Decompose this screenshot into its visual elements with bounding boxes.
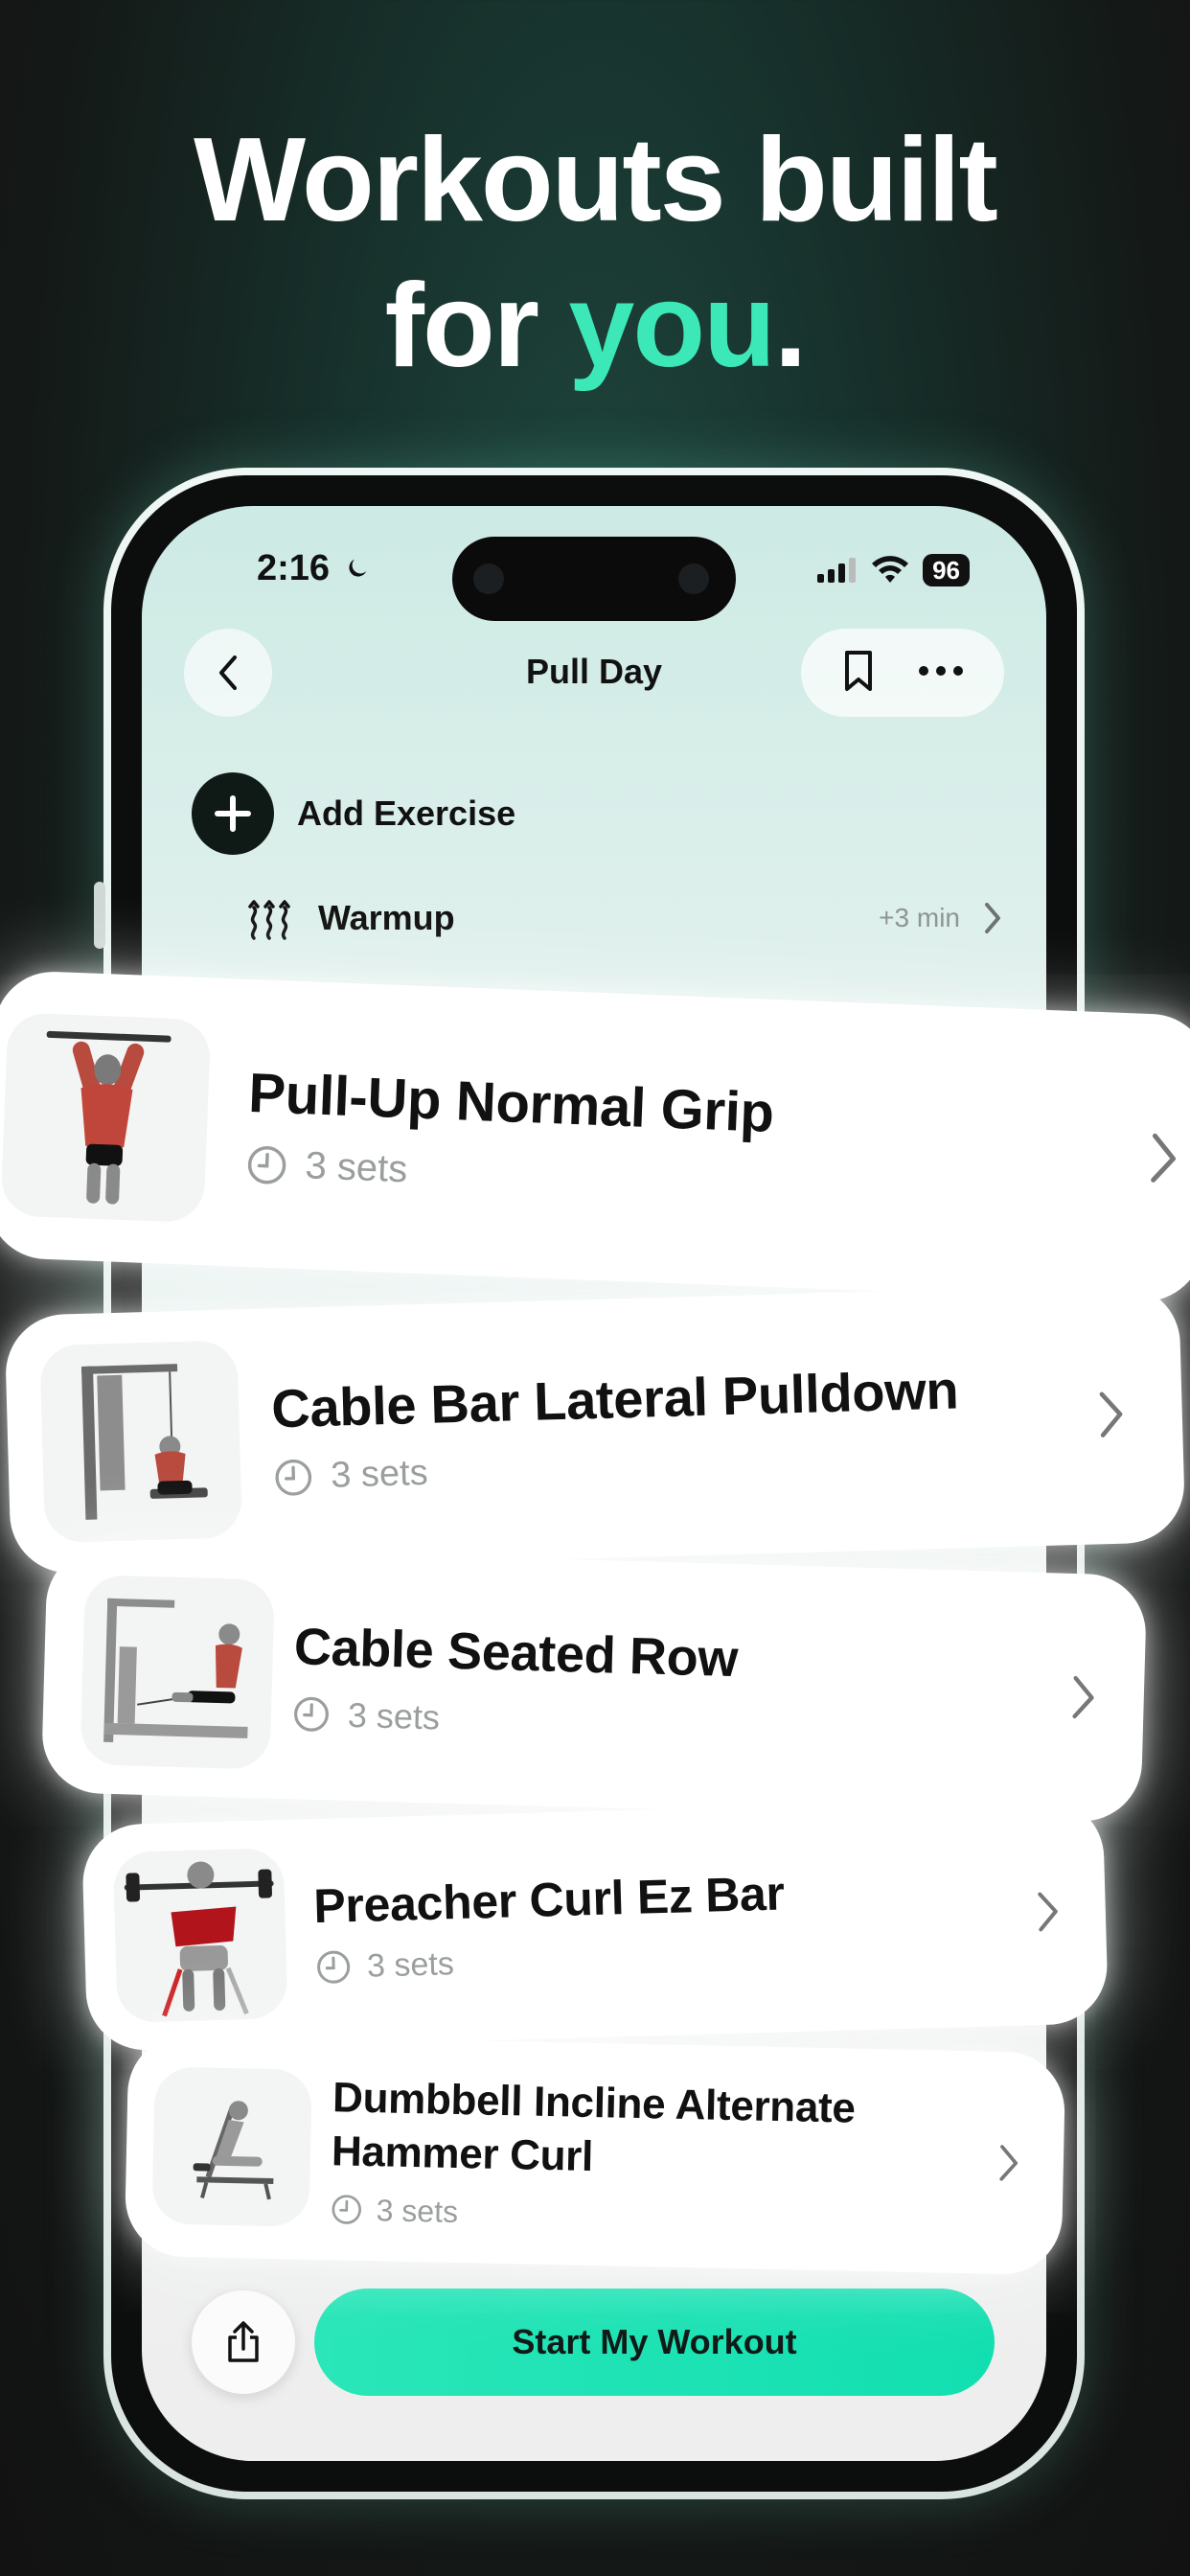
exercise-thumbnail [112, 1848, 288, 2023]
share-icon [228, 2321, 259, 2362]
headline: Workouts built for you. [0, 107, 1190, 399]
warmup-label: Warmup [318, 898, 455, 937]
exercise-sets-text: 3 sets [330, 1452, 429, 1496]
chevron-right-icon [1072, 1675, 1094, 1719]
exercise-thumbnail [39, 1340, 243, 1544]
exercise-name: Dumbbell Incline Alternate Hammer Curl [331, 2071, 999, 2193]
exercise-thumbnail [80, 1575, 275, 1770]
exercise-card-lateral-pulldown[interactable]: Cable Bar Lateral Pulldown 3 sets [4, 1282, 1186, 1576]
exercise-card-pull-up[interactable]: Pull-Up Normal Grip 3 sets [0, 969, 1190, 1304]
cable-machine-figure-icon [80, 1364, 208, 1520]
camera-left [473, 564, 504, 594]
chevron-right-icon [999, 2145, 1018, 2181]
exercise-sets: 3 sets [291, 1693, 1070, 1756]
incline-curl-figure-icon [193, 2101, 274, 2200]
exercise-text: Dumbbell Incline Alternate Hammer Curl 3… [330, 2071, 999, 2242]
dynamic-island [452, 537, 736, 621]
add-exercise-label: Add Exercise [297, 794, 516, 833]
camera-right [678, 564, 709, 594]
exercise-name: Pull-Up Normal Grip [247, 1061, 775, 1144]
exercise-sets-text: 3 sets [366, 1944, 455, 1985]
headline-line1: Workouts built [194, 114, 998, 246]
add-exercise-button[interactable]: Add Exercise [192, 772, 515, 855]
bottom-bar: Start My Workout [192, 2285, 996, 2396]
plus-icon [192, 772, 274, 855]
exercise-thumbnail [0, 1012, 212, 1224]
headline-for: for [384, 260, 569, 392]
exercise-text: Cable Bar Lateral Pulldown 3 sets [270, 1354, 1099, 1498]
clock-icon [332, 2195, 361, 2224]
clock-icon [317, 1950, 351, 1984]
exercise-thumbnail [151, 2066, 312, 2227]
start-workout-button[interactable]: Start My Workout [314, 2288, 995, 2396]
exercise-text: Preacher Curl Ez Bar 3 sets [313, 1858, 1039, 1987]
exercise-sets-text: 3 sets [376, 2192, 459, 2229]
exercise-sets: 3 sets [315, 1929, 1039, 1987]
ellipsis-icon [918, 666, 963, 676]
status-icons: 96 [815, 554, 970, 586]
warmup-time: +3 min [879, 903, 960, 932]
clock-icon [275, 1459, 312, 1496]
exercise-card-hammer-curl[interactable]: Dumbbell Incline Alternate Hammer Curl 3… [124, 2033, 1066, 2276]
exercise-sets: 3 sets [330, 2192, 997, 2242]
exercise-text: Cable Seated Row 3 sets [291, 1617, 1072, 1756]
status-time: 2:16 [257, 548, 371, 589]
more-button[interactable] [918, 664, 964, 681]
exercise-card-seated-row[interactable]: Cable Seated Row 3 sets [40, 1545, 1148, 1823]
exercise-sets-text: 3 sets [347, 1694, 441, 1737]
clock-icon [247, 1145, 286, 1184]
exercise-name: Cable Seated Row [293, 1618, 739, 1689]
warmup-row[interactable]: Warmup +3 min [245, 889, 1002, 947]
battery-indicator: 96 [923, 554, 970, 586]
share-button[interactable] [192, 2290, 295, 2394]
nav-actions [801, 629, 1004, 717]
chevron-right-icon [985, 903, 1000, 933]
wifi-icon [872, 556, 909, 583]
headline-line2: for you. [0, 253, 1190, 399]
pull-up-figure-icon [46, 1030, 172, 1205]
signal-icon [817, 558, 857, 583]
exercise-sets-text: 3 sets [304, 1144, 409, 1191]
exercise-sets: 3 sets [273, 1434, 1100, 1498]
headline-period: . [773, 260, 807, 392]
headline-accent: you [568, 260, 775, 392]
chevron-right-icon [1151, 1133, 1177, 1183]
clock-icon [294, 1696, 329, 1732]
phone-side-button [94, 882, 105, 949]
chevron-right-icon [1099, 1392, 1123, 1438]
rowing-machine-figure-icon [103, 1598, 248, 1743]
exercise-name: Preacher Curl Ez Bar [312, 1865, 786, 1933]
status-time-text: 2:16 [257, 548, 331, 588]
exercise-text: Pull-Up Normal Grip 3 sets [245, 1061, 1152, 1220]
moon-icon [349, 559, 366, 577]
exercise-name: Cable Bar Lateral Pulldown [270, 1359, 960, 1439]
bookmark-icon [844, 650, 872, 691]
chevron-right-icon [1038, 1892, 1058, 1932]
heat-waves-icon [248, 900, 290, 940]
exercise-card-preacher-curl[interactable]: Preacher Curl Ez Bar 3 sets [80, 1797, 1110, 2052]
preacher-curl-figure-icon [124, 1861, 274, 2017]
bookmark-button[interactable] [842, 649, 875, 698]
